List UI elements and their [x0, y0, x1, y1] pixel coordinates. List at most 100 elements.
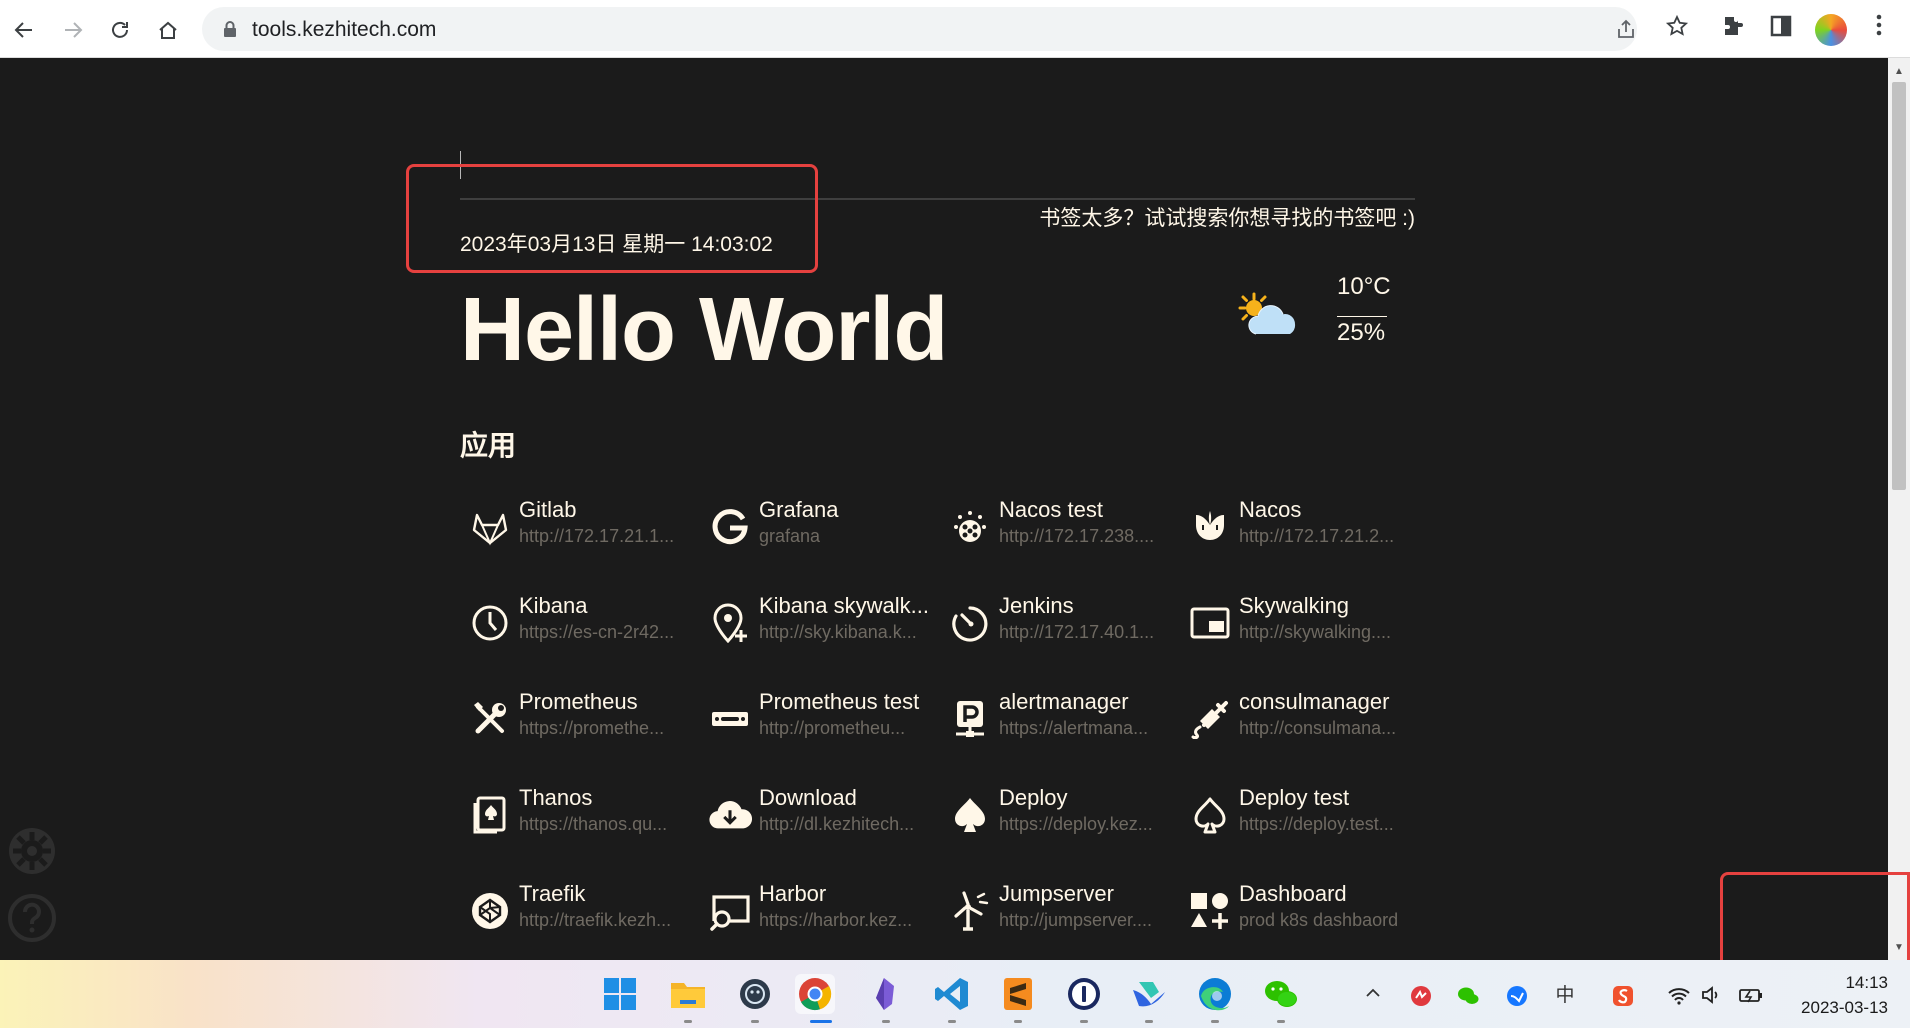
bookmark-nacos-test[interactable]: Nacos test http://172.17.238....: [940, 497, 1170, 567]
bookmark-url: grafana: [759, 526, 821, 546]
running-indicator: [882, 1020, 890, 1023]
search-input[interactable]: [460, 198, 1415, 200]
avatar[interactable]: [1815, 14, 1847, 46]
sogou-icon[interactable]: [1611, 984, 1635, 1008]
bookmark-jumpserver[interactable]: Jumpserver http://jumpserver....: [940, 881, 1170, 951]
bookmark-name: Nacos: [1239, 497, 1302, 522]
bookmark-name: Skywalking: [1239, 593, 1350, 618]
running-indicator: [1277, 1020, 1285, 1023]
bookmark-name: Jenkins: [999, 593, 1074, 618]
wechat-tray-icon[interactable]: [1456, 984, 1480, 1008]
forward-arrow-icon[interactable]: [55, 12, 91, 48]
bookmark-url: http://172.17.21.2...: [1239, 526, 1395, 546]
bookmark-dashboard[interactable]: Dashboard prod k8s dashbaord: [1180, 881, 1410, 951]
bookmark-grafana[interactable]: Grafana grafana: [700, 497, 930, 567]
clock-date[interactable]: 2023-03-13: [1786, 998, 1888, 1018]
bookmark-url: http://sky.kibana.k...: [759, 622, 917, 642]
bookmark-skywalking[interactable]: Skywalking http://skywalking....: [1180, 593, 1410, 663]
bookmark-name: Deploy: [999, 785, 1068, 810]
edge-icon[interactable]: [1195, 974, 1235, 1014]
volume-icon[interactable]: [1699, 984, 1723, 1008]
file-explorer-icon[interactable]: [668, 974, 708, 1014]
scroll-up-arrow-icon[interactable]: ▲: [1893, 66, 1905, 78]
bookmark-url: http://172.17.238....: [999, 526, 1155, 546]
bookmark-url: prod k8s dashbaord: [1239, 910, 1399, 930]
app-icon[interactable]: [735, 974, 775, 1014]
running-indicator: [751, 1020, 759, 1023]
settings-icon[interactable]: [7, 826, 57, 876]
windows-start-icon[interactable]: [600, 974, 640, 1014]
tray-bird-icon[interactable]: [1505, 984, 1529, 1008]
bookmark-kibana-skywalking[interactable]: Kibana skywalk... http://sky.kibana.k...: [700, 593, 930, 663]
bookmark-deploy[interactable]: Deploy https://deploy.kez...: [940, 785, 1170, 855]
bookmark-url: http://jumpserver....: [999, 910, 1153, 930]
bookmark-jenkins[interactable]: Jenkins http://172.17.40.1...: [940, 593, 1170, 663]
chevron-up-icon[interactable]: [1361, 984, 1385, 1008]
1password-icon[interactable]: [1064, 974, 1104, 1014]
bookmark-prometheus[interactable]: Prometheus https://promethe...: [460, 689, 690, 759]
bookmark-url: https://es-cn-2r42...: [519, 622, 675, 642]
tray-app-icon[interactable]: [1409, 984, 1433, 1008]
bookmark-url: https://alertmana...: [999, 718, 1149, 738]
bookmark-prometheus-test[interactable]: Prometheus test http://prometheu...: [700, 689, 930, 759]
extensions-icon[interactable]: [1718, 14, 1748, 44]
codepen-icon: [468, 889, 512, 933]
bookmark-harbor[interactable]: Harbor https://harbor.kez...: [700, 881, 930, 951]
bookmark-thanos[interactable]: Thanos https://thanos.qu...: [460, 785, 690, 855]
battery-icon[interactable]: [1738, 984, 1762, 1008]
bookmark-gitlab[interactable]: Gitlab http://172.17.21.1...: [460, 497, 690, 567]
bookmark-name: alertmanager: [999, 689, 1129, 714]
bookmark-name: Gitlab: [519, 497, 577, 522]
bookmark-name: Kibana skywalk...: [759, 593, 929, 618]
bookmark-download[interactable]: Download http://dl.kezhitech...: [700, 785, 930, 855]
bookmark-name: Dashboard: [1239, 881, 1347, 906]
active-indicator: [810, 1020, 832, 1023]
bookmark-name: Grafana: [759, 497, 839, 522]
sublime-icon[interactable]: [998, 974, 1038, 1014]
weather-divider: [1337, 316, 1387, 317]
scrollbar-thumb[interactable]: [1892, 82, 1906, 490]
bookmark-deploy-test[interactable]: Deploy test https://deploy.test...: [1180, 785, 1410, 855]
grafana-icon: [708, 505, 752, 549]
running-indicator: [1080, 1020, 1088, 1023]
address-bar[interactable]: tools.kezhitech.com: [202, 7, 1637, 51]
chrome-icon[interactable]: [795, 974, 835, 1014]
wechat-icon[interactable]: [1261, 974, 1301, 1014]
bookmark-alertmanager[interactable]: alertmanager https://alertmana...: [940, 689, 1170, 759]
bookmark-name: Kibana: [519, 593, 588, 618]
scroll-down-arrow-icon[interactable]: ▼: [1893, 942, 1905, 954]
bookmark-name: Harbor: [759, 881, 827, 906]
back-arrow-icon[interactable]: [6, 12, 42, 48]
bookmark-kibana[interactable]: Kibana https://es-cn-2r42...: [460, 593, 690, 663]
lock-icon[interactable]: [220, 19, 240, 39]
wifi-icon[interactable]: [1667, 984, 1691, 1008]
vscode-icon[interactable]: [932, 974, 972, 1014]
bookmark-name: Deploy test: [1239, 785, 1350, 810]
bookmark-traefik[interactable]: Traefik http://traefik.kezh...: [460, 881, 690, 951]
tools-icon: [468, 697, 512, 741]
bookmark-url: http://prometheu...: [759, 718, 906, 738]
datetime-display: 2023年03月13日 星期一 14:03:02: [460, 233, 773, 256]
bookmark-url: https://harbor.kez...: [759, 910, 913, 930]
temperature: 10°C: [1337, 273, 1391, 300]
ime-icon[interactable]: 中: [1553, 984, 1577, 1008]
bookmark-consulmanager[interactable]: consulmanager http://consulmana...: [1180, 689, 1410, 759]
feishu-icon[interactable]: [1129, 974, 1169, 1014]
humidity: 25%: [1337, 319, 1386, 346]
bookmark-nacos[interactable]: Nacos http://172.17.21.2...: [1180, 497, 1410, 567]
star-icon[interactable]: [1662, 14, 1692, 44]
home-icon[interactable]: [150, 12, 186, 48]
bookmark-url: https://deploy.test...: [1239, 814, 1394, 834]
help-icon[interactable]: [7, 893, 57, 943]
share-icon[interactable]: [1614, 18, 1638, 42]
sidepanel-icon[interactable]: [1766, 14, 1796, 44]
url-text[interactable]: tools.kezhitech.com: [252, 18, 436, 42]
menu-icon[interactable]: [1864, 14, 1894, 44]
clock-time[interactable]: 14:13: [1838, 973, 1888, 993]
razor-icon: [708, 697, 752, 741]
reload-icon[interactable]: [102, 12, 138, 48]
spade-icon: [948, 793, 992, 837]
obsidian-icon[interactable]: [866, 974, 906, 1014]
gitlab-icon: [468, 505, 512, 549]
bookmark-name: Jumpserver: [999, 881, 1114, 906]
